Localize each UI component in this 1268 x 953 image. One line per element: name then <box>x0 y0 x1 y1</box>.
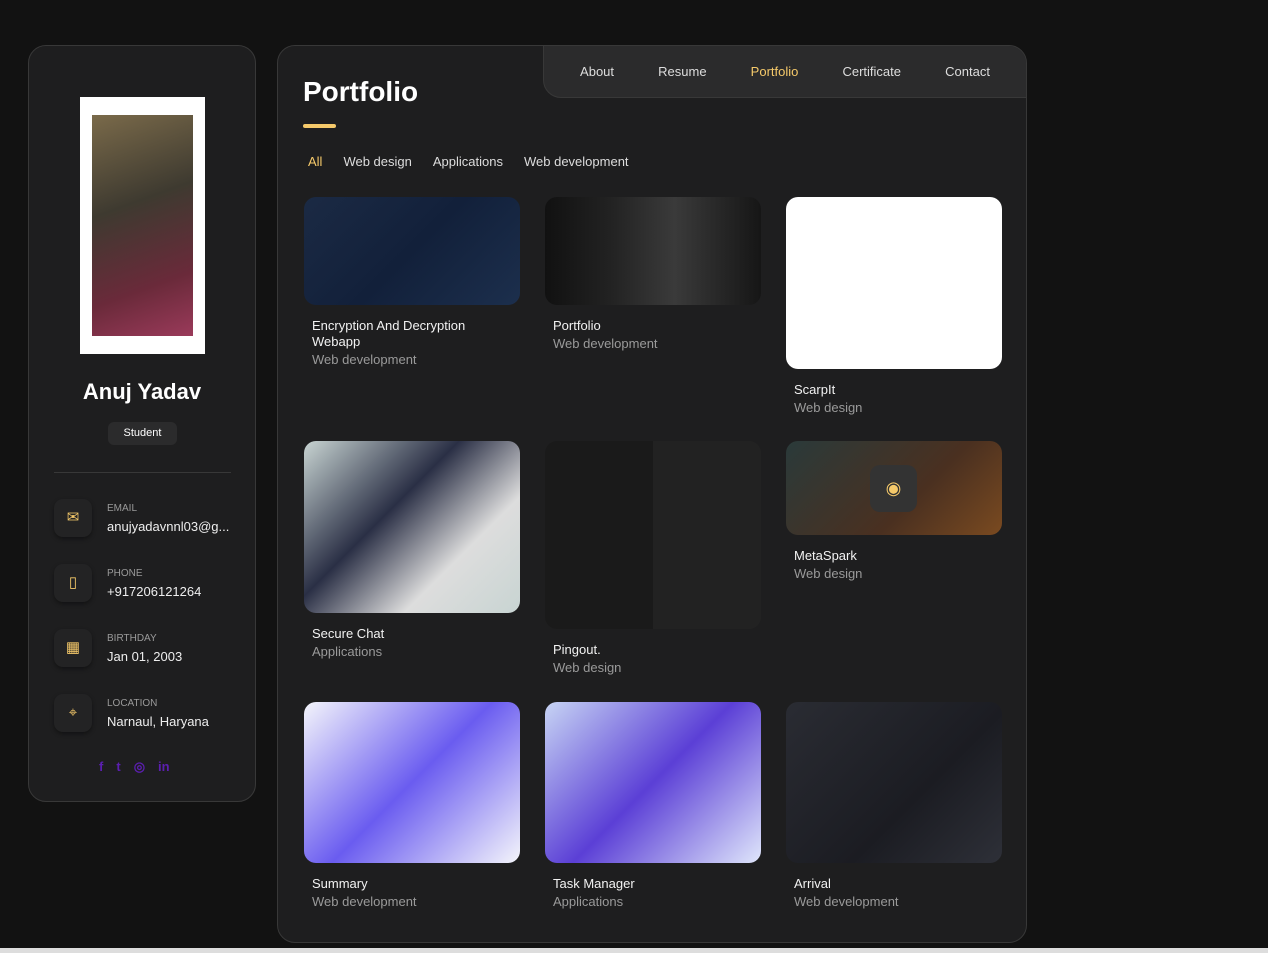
filter-web-development[interactable]: Web development <box>524 154 629 169</box>
project-thumbnail[interactable] <box>304 702 520 863</box>
project-card[interactable]: Pingout. Web design <box>545 441 761 675</box>
project-title: Arrival <box>794 876 831 891</box>
project-thumbnail[interactable] <box>545 702 761 863</box>
contact-label: EMAIL <box>107 503 138 514</box>
project-title: ScarpIt <box>794 382 836 397</box>
project-category: Web development <box>553 336 658 351</box>
filter-list: All Web design Applications Web development <box>308 154 629 169</box>
instagram-icon[interactable]: ◎ <box>134 759 145 775</box>
contact-label: BIRTHDAY <box>107 633 157 644</box>
role-badge: Student <box>108 422 177 445</box>
project-category: Web development <box>312 352 417 367</box>
contact-value: Jan 01, 2003 <box>107 649 183 664</box>
project-category: Web design <box>794 566 863 581</box>
nav-certificate[interactable]: Certificate <box>842 64 901 79</box>
project-thumbnail[interactable] <box>304 197 520 305</box>
top-nav: About Resume Portfolio Certificate Contact <box>543 46 1026 98</box>
project-card[interactable]: ◉ MetaSpark Web design <box>786 441 1002 581</box>
project-title: Summary <box>312 876 368 891</box>
project-card[interactable]: ScarpIt Web design <box>786 197 1002 415</box>
nav-contact[interactable]: Contact <box>945 64 990 79</box>
project-card[interactable]: Summary Web development <box>304 702 520 909</box>
filter-applications[interactable]: Applications <box>433 154 503 169</box>
project-card[interactable]: Secure Chat Applications <box>304 441 520 659</box>
contact-label: LOCATION <box>107 698 158 709</box>
social-links: f t ◎ in <box>99 759 170 775</box>
profile-name: Anuj Yadav <box>82 379 202 404</box>
project-thumbnail[interactable] <box>786 197 1002 369</box>
project-category: Web development <box>312 894 417 909</box>
nav-resume[interactable]: Resume <box>658 64 706 79</box>
project-title: Secure Chat <box>312 626 385 641</box>
project-title: Portfolio <box>553 318 601 333</box>
project-category: Web design <box>794 400 863 415</box>
project-title: Pingout. <box>553 642 601 657</box>
horizontal-scrollbar[interactable] <box>0 948 1268 953</box>
project-thumbnail[interactable] <box>304 441 520 613</box>
nav-about[interactable]: About <box>580 64 614 79</box>
project-thumbnail[interactable] <box>786 702 1002 863</box>
project-category: Web development <box>794 894 899 909</box>
contact-label: PHONE <box>107 568 143 579</box>
mail-icon: ✉ <box>54 499 92 537</box>
sidebar: Anuj Yadav Student ✉ EMAIL anujyadavnnl03@… <box>28 45 256 802</box>
contact-value: Narnaul, Haryana <box>107 714 209 729</box>
project-title: MetaSpark <box>794 548 857 563</box>
facebook-icon[interactable]: f <box>99 759 103 775</box>
title-underline <box>303 124 336 128</box>
portfolio-panel: About Resume Portfolio Certificate Contact P… <box>277 45 1027 943</box>
project-title: Task Manager <box>553 876 635 891</box>
project-card[interactable]: Portfolio Web development <box>545 197 761 351</box>
project-card[interactable]: Arrival Web development <box>786 702 1002 909</box>
project-card[interactable]: Task Manager Applications <box>545 702 761 909</box>
twitter-icon[interactable]: t <box>116 759 120 775</box>
page-title: Portfolio <box>303 76 419 107</box>
contact-value[interactable]: +917206121264 <box>107 584 201 599</box>
project-thumbnail[interactable] <box>545 197 761 305</box>
linkedin-icon[interactable]: in <box>158 759 170 775</box>
avatar <box>80 97 205 354</box>
project-title: Encryption And Decryption Webapp <box>312 318 466 349</box>
project-category: Web design <box>553 660 622 675</box>
project-category: Applications <box>553 894 624 909</box>
eye-icon[interactable]: ◉ <box>870 465 917 512</box>
calendar-icon: ▦ <box>54 629 92 667</box>
project-thumbnail[interactable] <box>545 441 761 629</box>
divider <box>54 472 231 473</box>
phone-icon: ▯ <box>54 564 92 602</box>
nav-portfolio[interactable]: Portfolio <box>751 64 799 79</box>
filter-web-design[interactable]: Web design <box>343 154 411 169</box>
filter-all[interactable]: All <box>308 154 322 169</box>
project-card[interactable]: Encryption And Decryption Webapp Web deve… <box>304 197 520 367</box>
contact-value[interactable]: anujyadavnnl03@g... <box>107 519 229 534</box>
location-icon: ⌖ <box>54 694 92 732</box>
project-thumbnail[interactable]: ◉ <box>786 441 1002 535</box>
project-category: Applications <box>312 644 383 659</box>
